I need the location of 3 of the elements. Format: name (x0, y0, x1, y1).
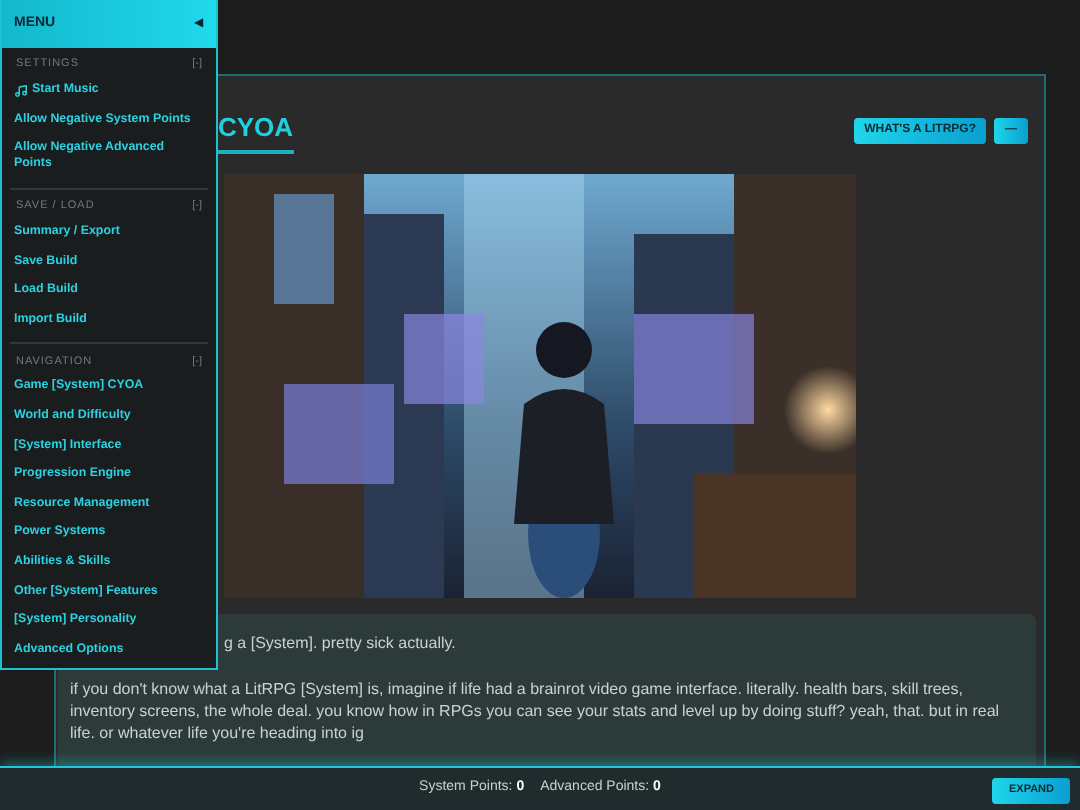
intro-paragraph: if you don't know what a LitRPG [System] is, imagine if life had a brainrot video game interface. literally. health bars, skill trees, inventory screens, the whole deal. you know how in RPGs you can see your stats and level up by doing stuff? yeah, that. but in real life. or whatever life you're heading into ig (70, 677, 1002, 743)
music-icon (14, 83, 28, 98)
intro-paragraph: g a [System]. pretty sick actually. (224, 631, 458, 653)
